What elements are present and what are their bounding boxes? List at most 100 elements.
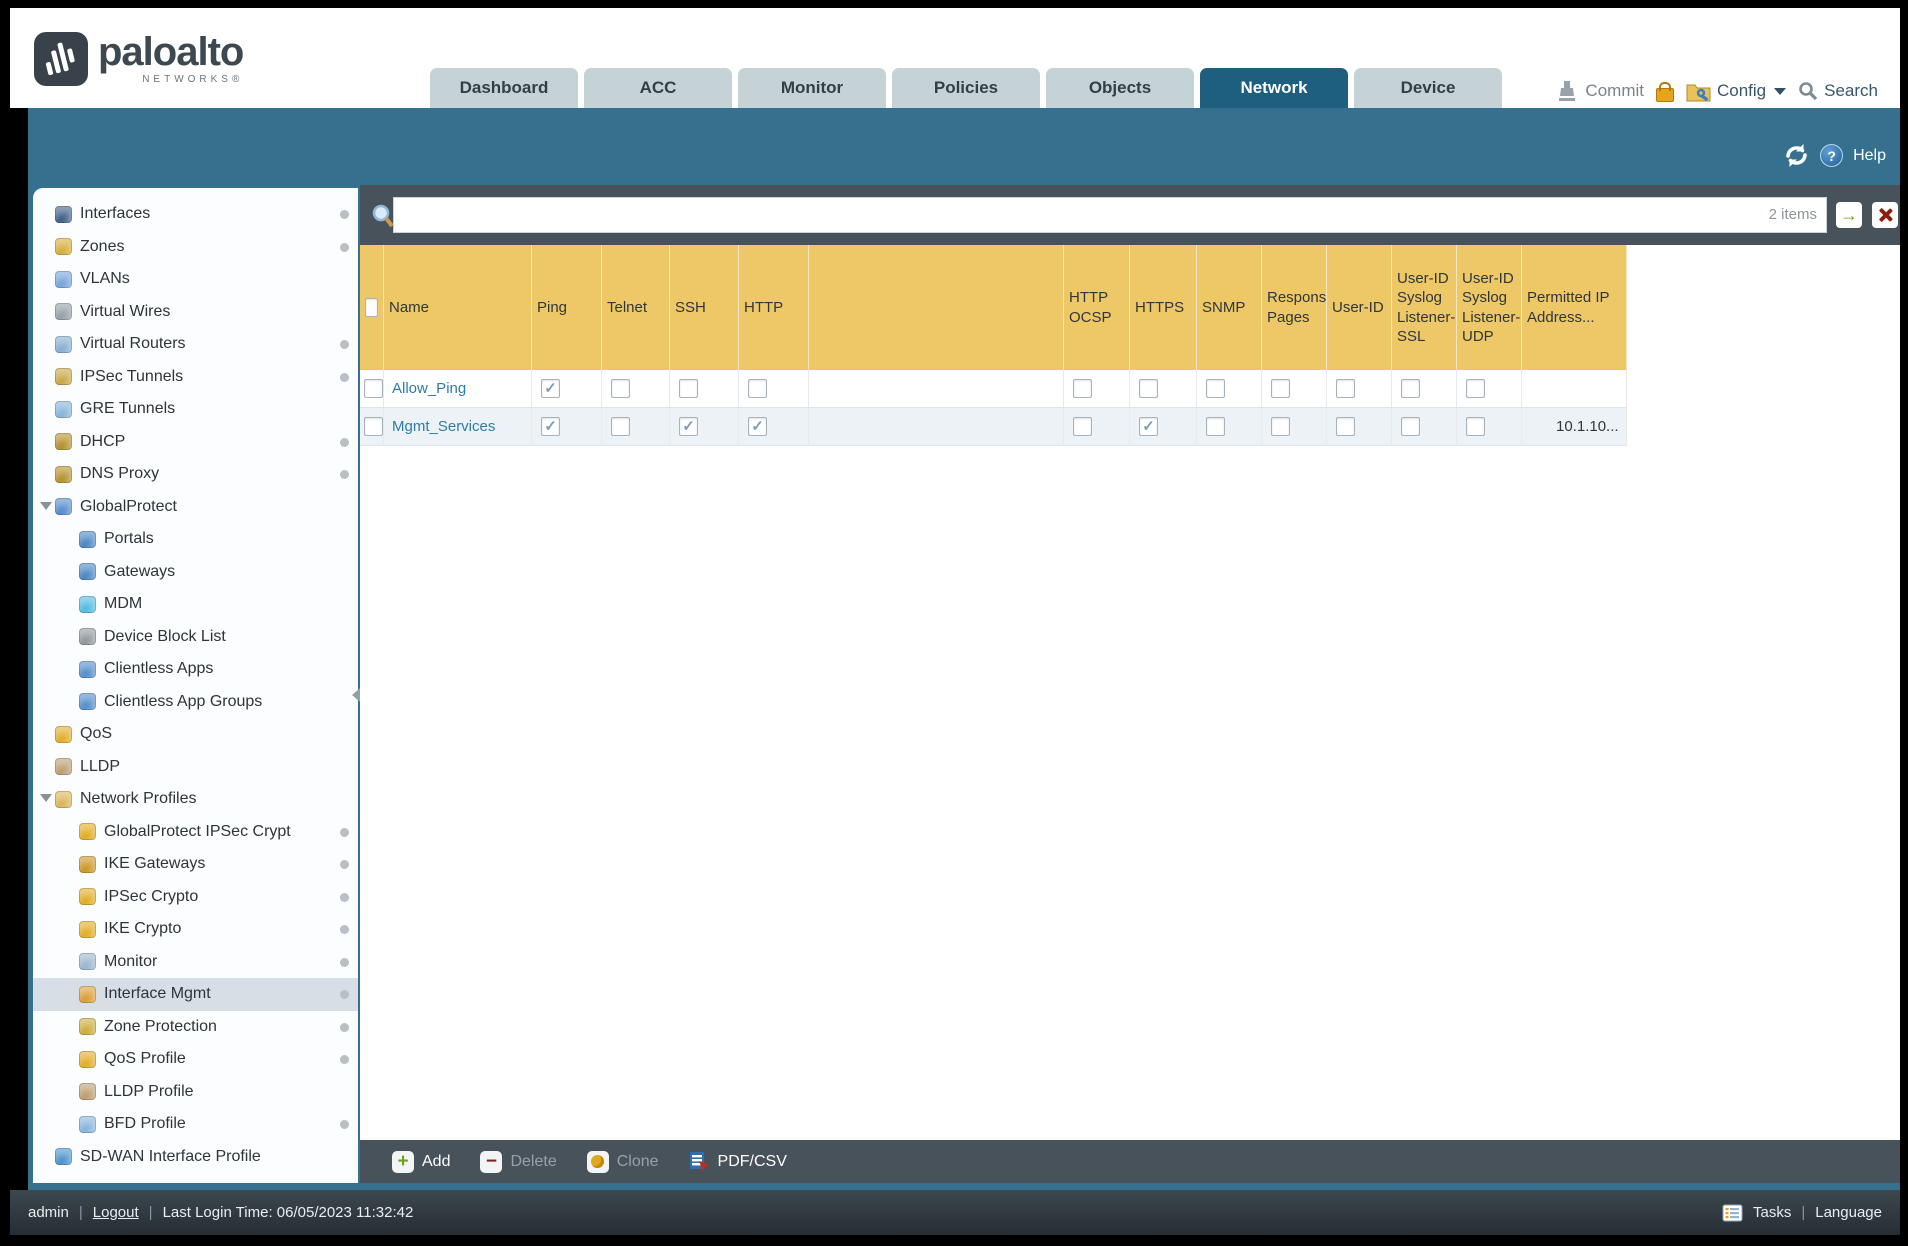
table-row-mgmt_services[interactable]: Mgmt_Services✓✓✓✓10.1.10...: [360, 408, 1627, 446]
tab-dashboard[interactable]: Dashboard: [430, 68, 578, 108]
filter-input[interactable]: [394, 198, 1826, 232]
sidebar-item-clientless-apps[interactable]: Clientless Apps: [33, 653, 358, 686]
clone-button[interactable]: Clone: [587, 1151, 659, 1173]
checkbox[interactable]: [611, 417, 630, 436]
sidebar-item-portals[interactable]: Portals: [33, 523, 358, 556]
expander-triangle-icon[interactable]: [40, 502, 52, 510]
pdf-csv-button[interactable]: PDF/CSV: [689, 1151, 787, 1172]
column-header-telnet[interactable]: Telnet: [602, 245, 670, 370]
checkbox[interactable]: [364, 417, 383, 436]
column-header-response_pages[interactable]: Response Pages: [1262, 245, 1327, 370]
column-header-uid_ssl[interactable]: User-ID Syslog Listener-SSL: [1392, 245, 1457, 370]
column-header-https[interactable]: HTTPS: [1130, 245, 1197, 370]
sidebar-item-gre-tunnels[interactable]: GRE Tunnels: [33, 393, 358, 426]
clear-filter-button[interactable]: [1872, 202, 1898, 228]
checkbox[interactable]: [1206, 417, 1225, 436]
column-header-snmp[interactable]: SNMP: [1197, 245, 1262, 370]
checkbox[interactable]: [679, 379, 698, 398]
checkbox[interactable]: [1466, 417, 1485, 436]
sidebar-item-qos-profile[interactable]: QoS Profile: [33, 1043, 358, 1076]
commit-button[interactable]: Commit: [1555, 80, 1644, 102]
sidebar-collapse-icon[interactable]: [352, 688, 360, 702]
sidebar-item-globalprotect[interactable]: GlobalProtect: [33, 491, 358, 524]
sidebar-item-qos[interactable]: QoS: [33, 718, 358, 751]
sidebar-item-ike-gateways[interactable]: IKE Gateways: [33, 848, 358, 881]
checkbox[interactable]: [1271, 379, 1290, 398]
sidebar-item-gateways[interactable]: Gateways: [33, 556, 358, 589]
sidebar-item-virtual-wires[interactable]: Virtual Wires: [33, 296, 358, 329]
sidebar-item-vlans[interactable]: VLANs: [33, 263, 358, 296]
help-icon[interactable]: ?: [1820, 144, 1843, 167]
checkbox[interactable]: [1271, 417, 1290, 436]
checkbox[interactable]: [1139, 379, 1158, 398]
column-header-uid_udp[interactable]: User-ID Syslog Listener-UDP: [1457, 245, 1522, 370]
checkbox-checked[interactable]: ✓: [1139, 417, 1158, 436]
help-label[interactable]: Help: [1853, 147, 1886, 165]
expander-triangle-icon[interactable]: [40, 794, 52, 802]
sidebar-item-ipsec-tunnels[interactable]: IPSec Tunnels: [33, 361, 358, 394]
refresh-icon[interactable]: [1783, 144, 1810, 167]
column-header-ping[interactable]: Ping: [532, 245, 602, 370]
sidebar-item-interface-mgmt[interactable]: Interface Mgmt: [33, 978, 358, 1011]
profile-name-link[interactable]: Mgmt_Services: [392, 418, 495, 435]
sidebar-item-sd-wan-interface-profile[interactable]: SD-WAN Interface Profile: [33, 1141, 358, 1174]
table-row-allow_ping[interactable]: Allow_Ping ✓: [360, 370, 1627, 408]
tab-device[interactable]: Device: [1354, 68, 1502, 108]
checkbox[interactable]: [1206, 379, 1225, 398]
sidebar-item-ike-crypto[interactable]: IKE Crypto: [33, 913, 358, 946]
checkbox-checked[interactable]: ✓: [541, 417, 560, 436]
checkbox[interactable]: [1073, 417, 1092, 436]
column-header-http_ocsp[interactable]: HTTP OCSP: [1064, 245, 1130, 370]
search-menu-button[interactable]: Search: [1798, 81, 1878, 101]
checkbox[interactable]: [1401, 379, 1420, 398]
sidebar-item-lldp-profile[interactable]: LLDP Profile: [33, 1076, 358, 1109]
column-header-user_id[interactable]: User-ID: [1327, 245, 1392, 370]
checkbox[interactable]: [611, 379, 630, 398]
sidebar-item-mdm[interactable]: MDM: [33, 588, 358, 621]
sidebar-item-monitor[interactable]: Monitor: [33, 946, 358, 979]
tab-monitor[interactable]: Monitor: [738, 68, 886, 108]
tab-network[interactable]: Network: [1200, 68, 1348, 108]
checkbox-checked[interactable]: ✓: [679, 417, 698, 436]
checkbox[interactable]: [364, 379, 383, 398]
lock-icon[interactable]: [1656, 88, 1674, 102]
sidebar-item-lldp[interactable]: LLDP: [33, 751, 358, 784]
checkbox[interactable]: [1466, 379, 1485, 398]
sidebar-item-globalprotect-ipsec-crypt[interactable]: GlobalProtect IPSec Crypt: [33, 816, 358, 849]
sidebar-item-ipsec-crypto[interactable]: IPSec Crypto: [33, 881, 358, 914]
column-header-http[interactable]: HTTP: [739, 245, 809, 370]
sidebar-item-zone-protection[interactable]: Zone Protection: [33, 1011, 358, 1044]
checkbox[interactable]: [748, 379, 767, 398]
column-header-filler[interactable]: [809, 245, 1064, 370]
checkbox[interactable]: [1401, 417, 1420, 436]
select-all-checkbox[interactable]: [365, 298, 378, 317]
tab-acc[interactable]: ACC: [584, 68, 732, 108]
tasks-button[interactable]: Tasks: [1753, 1204, 1791, 1221]
checkbox[interactable]: [1073, 379, 1092, 398]
checkbox-checked[interactable]: ✓: [541, 379, 560, 398]
sidebar-item-clientless-app-groups[interactable]: Clientless App Groups: [33, 686, 358, 719]
sidebar-item-virtual-routers[interactable]: Virtual Routers: [33, 328, 358, 361]
checkbox[interactable]: [1336, 417, 1355, 436]
config-menu-button[interactable]: Config: [1686, 81, 1786, 102]
checkbox-checked[interactable]: ✓: [748, 417, 767, 436]
apply-filter-button[interactable]: →: [1836, 202, 1862, 228]
sidebar-item-network-profiles[interactable]: Network Profiles: [33, 783, 358, 816]
sidebar-item-bfd-profile[interactable]: BFD Profile: [33, 1108, 358, 1141]
tab-policies[interactable]: Policies: [892, 68, 1040, 108]
logout-link[interactable]: Logout: [93, 1204, 139, 1221]
profile-name-link[interactable]: Allow_Ping: [392, 380, 466, 397]
add-button[interactable]: + Add: [392, 1151, 450, 1173]
delete-button[interactable]: − Delete: [480, 1151, 556, 1173]
column-header-permitted_ip[interactable]: Permitted IP Address...: [1522, 245, 1627, 370]
sidebar-item-dns-proxy[interactable]: DNS Proxy: [33, 458, 358, 491]
column-header-ssh[interactable]: SSH: [670, 245, 739, 370]
sidebar-item-zones[interactable]: Zones: [33, 231, 358, 264]
sidebar-item-device-block-list[interactable]: Device Block List: [33, 621, 358, 654]
sidebar-item-dhcp[interactable]: DHCP: [33, 426, 358, 459]
language-button[interactable]: Language: [1815, 1204, 1882, 1221]
sidebar-item-interfaces[interactable]: Interfaces: [33, 198, 358, 231]
checkbox[interactable]: [1336, 379, 1355, 398]
column-header-name[interactable]: Name: [384, 245, 532, 370]
tab-objects[interactable]: Objects: [1046, 68, 1194, 108]
